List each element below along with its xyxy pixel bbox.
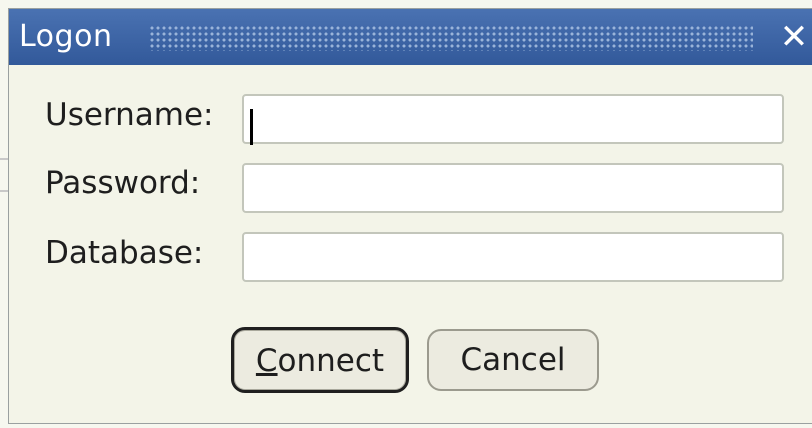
cancel-button[interactable]: Cancel	[427, 329, 599, 391]
close-icon[interactable]: ✕	[777, 17, 811, 57]
connect-mnemonic: C	[255, 343, 278, 379]
connect-label: onnect	[277, 343, 385, 379]
password-field[interactable]	[242, 163, 784, 213]
window-title: Logon	[19, 19, 113, 54]
password-label: Password:	[45, 165, 201, 201]
dialog-body: Username: Password: Database: Connect Ca…	[9, 65, 812, 423]
username-field[interactable]	[242, 94, 784, 144]
text-cursor	[250, 109, 253, 145]
title-bar-grip	[149, 25, 753, 51]
username-label: Username:	[45, 97, 214, 133]
database-field[interactable]	[242, 232, 784, 282]
title-bar[interactable]: Logon ✕	[9, 9, 812, 65]
desktop-background: Logon ✕ Username: Password: Database: Co…	[0, 0, 812, 428]
connect-button[interactable]: Connect	[231, 327, 409, 393]
database-label: Database:	[45, 235, 204, 271]
logon-dialog: Logon ✕ Username: Password: Database: Co…	[8, 8, 812, 424]
